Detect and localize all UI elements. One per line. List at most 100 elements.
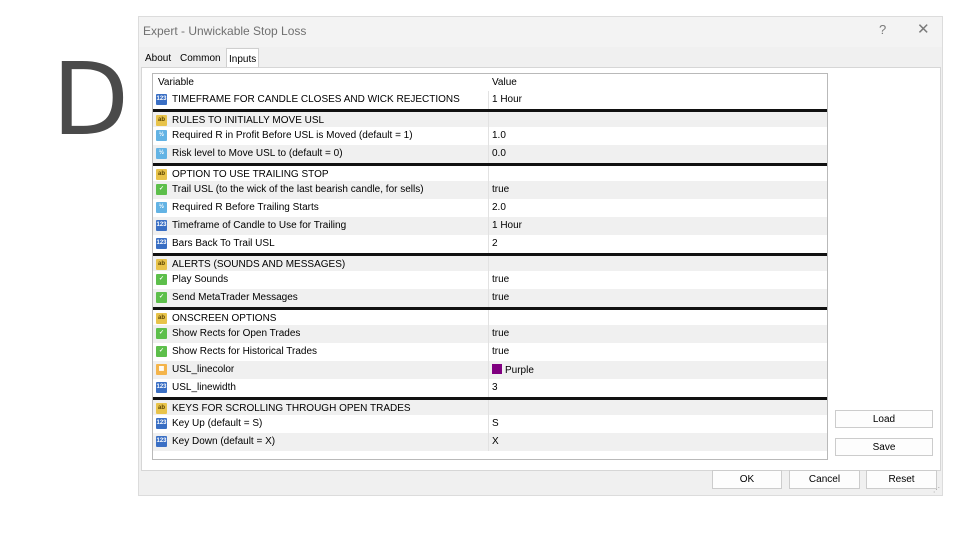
overlay-letter: D [52, 41, 130, 158]
ok-button[interactable]: OK [712, 470, 782, 489]
variable-name: Show Rects for Historical Trades [172, 346, 318, 357]
string-icon: ab [156, 259, 167, 270]
table-row[interactable]: ▦ USL_linecolor Purple [153, 361, 827, 379]
load-button[interactable]: Load [835, 410, 933, 428]
column-divider [488, 271, 489, 289]
table-row[interactable]: ½ Required R in Profit Before USL is Move… [153, 127, 827, 145]
column-divider [488, 379, 489, 397]
column-divider [488, 325, 489, 343]
tab-about[interactable]: About [143, 50, 173, 67]
table-row[interactable]: ½ Risk level to Move USL to (default = 0)… [153, 145, 827, 163]
column-divider [488, 112, 489, 127]
variable-name: KEYS FOR SCROLLING THROUGH OPEN TRADES [172, 403, 411, 414]
variable-value[interactable]: 1 Hour [492, 220, 522, 231]
variable-name: USL_linewidth [172, 382, 236, 393]
table-row[interactable]: ✓ Show Rects for Historical Trades true [153, 343, 827, 361]
column-divider [488, 400, 489, 415]
column-divider [488, 91, 489, 109]
cancel-button[interactable]: Cancel [789, 470, 860, 489]
variable-name: USL_linecolor [172, 364, 235, 375]
color-swatch [492, 364, 502, 374]
table-row[interactable]: 123 Key Down (default = X) X [153, 433, 827, 451]
table-row[interactable]: ab ALERTS (SOUNDS AND MESSAGES) [153, 253, 827, 271]
table-row[interactable]: 123 Bars Back To Trail USL 2 [153, 235, 827, 253]
variable-name: Key Down (default = X) [172, 436, 276, 447]
window-title: Expert - Unwickable Stop Loss [143, 24, 307, 38]
variable-value[interactable]: true [492, 292, 509, 303]
column-divider [488, 433, 489, 451]
column-divider [488, 289, 489, 307]
integer-icon: 123 [156, 94, 167, 105]
variable-value[interactable]: 0.0 [492, 148, 506, 159]
tab-common[interactable]: Common [178, 50, 223, 67]
table-row[interactable]: 123 Key Up (default = S) S [153, 415, 827, 433]
variable-name: Risk level to Move USL to (default = 0) [172, 148, 343, 159]
table-row[interactable]: 123 Timeframe of Candle to Use for Traili… [153, 217, 827, 235]
column-divider [488, 127, 489, 145]
inputs-panel: Variable Value 123 TIMEFRAME FOR CANDLE C… [141, 67, 941, 471]
column-divider [488, 166, 489, 181]
variable-value[interactable]: 1.0 [492, 130, 506, 141]
table-row[interactable]: ½ Required R Before Trailing Starts 2.0 [153, 199, 827, 217]
table-row[interactable]: ✓ Play Sounds true [153, 271, 827, 289]
expert-properties-dialog: Expert - Unwickable Stop Loss ? ✕ About … [138, 16, 943, 496]
table-row[interactable]: ✓ Send MetaTrader Messages true [153, 289, 827, 307]
variable-name: OPTION TO USE TRAILING STOP [172, 169, 329, 180]
variable-value[interactable]: 2.0 [492, 202, 506, 213]
boolean-icon: ✓ [156, 328, 167, 339]
column-divider [488, 361, 489, 379]
column-divider [488, 235, 489, 253]
integer-icon: 123 [156, 436, 167, 447]
table-row[interactable]: ab RULES TO INITIALLY MOVE USL [153, 109, 827, 127]
table-header: Variable Value [153, 74, 827, 91]
variable-value[interactable]: X [492, 436, 499, 447]
variable-value[interactable]: Purple [492, 364, 534, 376]
variable-value[interactable]: 3 [492, 382, 498, 393]
column-divider [488, 217, 489, 235]
variable-value[interactable]: true [492, 274, 509, 285]
variable-name: RULES TO INITIALLY MOVE USL [172, 115, 325, 126]
variable-name: Send MetaTrader Messages [172, 292, 298, 303]
integer-icon: 123 [156, 382, 167, 393]
integer-icon: 123 [156, 418, 167, 429]
variable-name: Play Sounds [172, 274, 229, 285]
boolean-icon: ✓ [156, 274, 167, 285]
variable-value[interactable]: 2 [492, 238, 498, 249]
variable-name: ONSCREEN OPTIONS [172, 313, 277, 324]
variable-value[interactable]: S [492, 418, 499, 429]
table-row[interactable]: 123 USL_linewidth 3 [153, 379, 827, 397]
boolean-icon: ✓ [156, 346, 167, 357]
variable-value[interactable]: true [492, 184, 509, 195]
double-icon: ½ [156, 202, 167, 213]
table-row[interactable]: ab ONSCREEN OPTIONS [153, 307, 827, 325]
save-button[interactable]: Save [835, 438, 933, 456]
double-icon: ½ [156, 130, 167, 141]
variable-value[interactable]: 1 Hour [492, 94, 522, 105]
tab-inputs[interactable]: Inputs [226, 48, 260, 69]
integer-icon: 123 [156, 238, 167, 249]
table-row[interactable]: 123 TIMEFRAME FOR CANDLE CLOSES AND WICK … [153, 91, 827, 109]
resize-grip-icon[interactable]: ⋰ [933, 486, 940, 494]
variable-name: Trail USL (to the wick of the last beari… [172, 184, 424, 195]
column-divider [488, 181, 489, 199]
column-divider [488, 256, 489, 271]
table-row[interactable]: ab OPTION TO USE TRAILING STOP [153, 163, 827, 181]
variable-name: ALERTS (SOUNDS AND MESSAGES) [172, 259, 346, 270]
string-icon: ab [156, 115, 167, 126]
help-icon[interactable]: ? [879, 22, 886, 37]
table-row[interactable]: ✓ Show Rects for Open Trades true [153, 325, 827, 343]
table-row[interactable]: ✓ Trail USL (to the wick of the last bear… [153, 181, 827, 199]
color-value-label: Purple [505, 365, 534, 376]
variable-name: Required R in Profit Before USL is Moved… [172, 130, 413, 141]
column-divider [488, 415, 489, 433]
variable-name: Key Up (default = S) [172, 418, 263, 429]
variable-value[interactable]: true [492, 328, 509, 339]
variable-name: Bars Back To Trail USL [172, 238, 275, 249]
variable-value[interactable]: true [492, 346, 509, 357]
inputs-table[interactable]: Variable Value 123 TIMEFRAME FOR CANDLE C… [152, 73, 828, 460]
table-row[interactable]: ab KEYS FOR SCROLLING THROUGH OPEN TRADES [153, 397, 827, 415]
close-icon[interactable]: ✕ [917, 20, 930, 38]
reset-button[interactable]: Reset [866, 470, 937, 489]
variable-name: Required R Before Trailing Starts [172, 202, 319, 213]
color-icon: ▦ [156, 364, 167, 375]
